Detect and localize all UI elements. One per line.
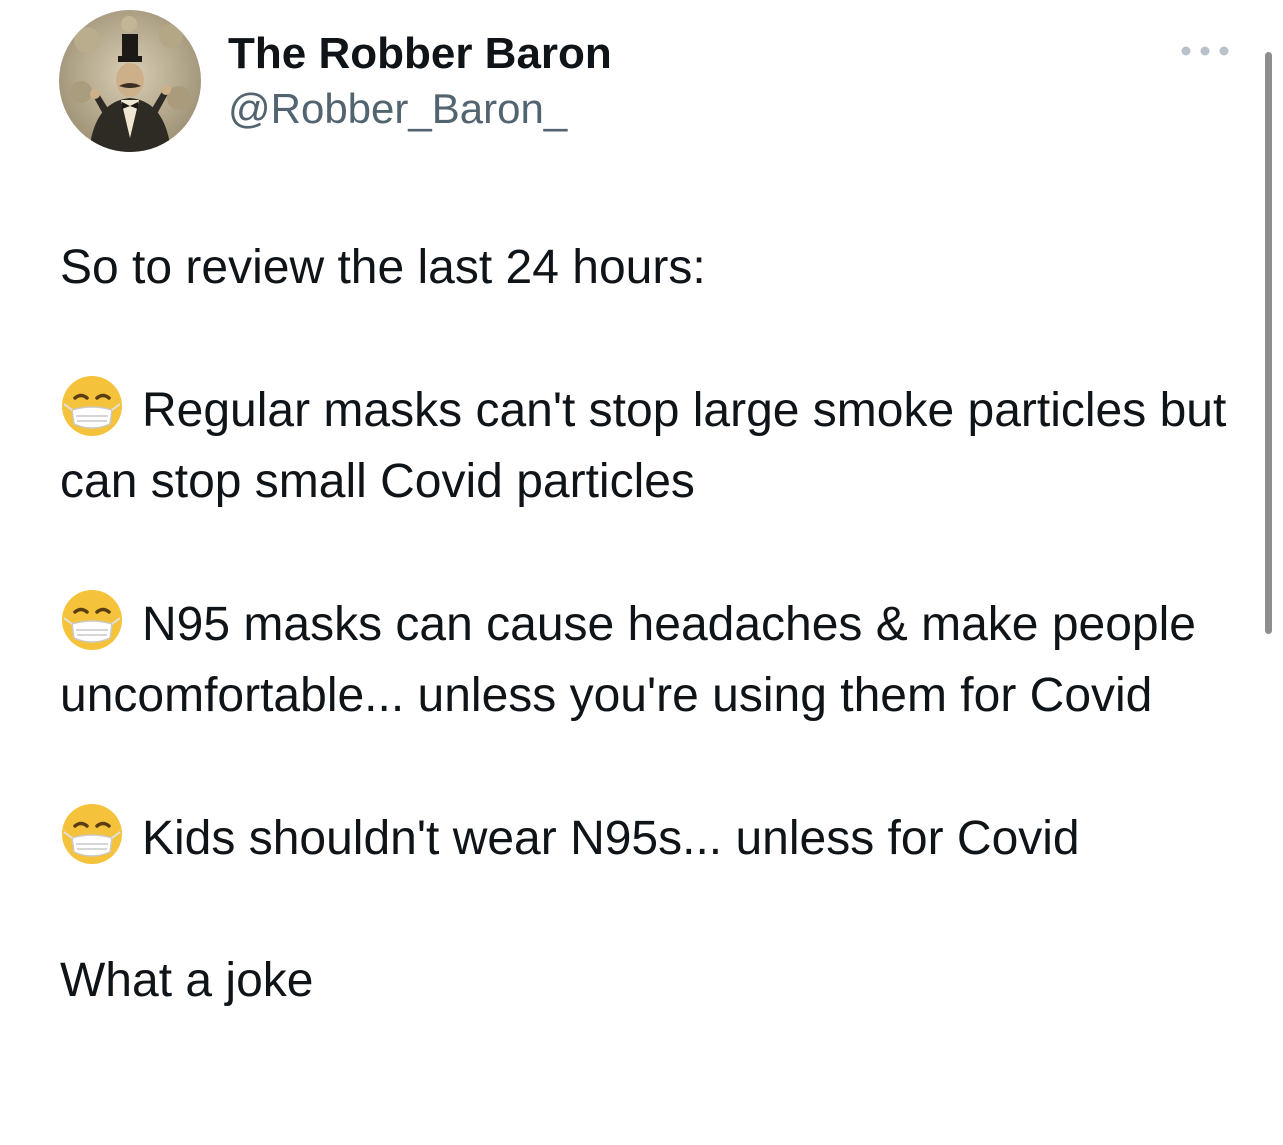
tweet-paragraph: Kids shouldn't wear N95s... unless for C… — [60, 802, 1240, 874]
paragraph-text: Kids shouldn't wear N95s... unless for C… — [142, 812, 1080, 865]
more-options-button[interactable] — [1173, 34, 1237, 68]
face-with-medical-mask-icon — [60, 374, 124, 438]
tweet-text: So to review the last 24 hours: Regular … — [60, 232, 1240, 1016]
tweet-paragraph: Regular masks can't stop large smoke par… — [60, 374, 1240, 517]
author-handle[interactable]: @Robber_Baron_ — [228, 84, 612, 134]
tweet: The Robber Baron @Robber_Baron_ So to re… — [0, 0, 1283, 1145]
author-display-name[interactable]: The Robber Baron — [228, 28, 612, 80]
tweet-paragraph: N95 masks can cause headaches & make peo… — [60, 588, 1240, 731]
face-with-medical-mask-icon — [60, 588, 124, 652]
paragraph-text: N95 masks can cause headaches & make peo… — [60, 598, 1196, 722]
face-with-medical-mask-icon — [60, 802, 124, 866]
more-horizontal-icon — [1181, 46, 1229, 56]
paragraph-text: So to review the last 24 hours: — [60, 241, 706, 294]
paragraph-text: Regular masks can't stop large smoke par… — [60, 384, 1227, 508]
avatar-illustration — [59, 10, 201, 152]
scrollbar[interactable] — [1265, 52, 1272, 634]
tweet-header: The Robber Baron @Robber_Baron_ — [59, 10, 1229, 155]
author-info: The Robber Baron @Robber_Baron_ — [228, 28, 612, 134]
tweet-paragraph: So to review the last 24 hours: — [60, 232, 1240, 303]
paragraph-text: What a joke — [60, 954, 314, 1007]
tweet-paragraph: What a joke — [60, 945, 1240, 1016]
avatar[interactable] — [59, 10, 201, 152]
